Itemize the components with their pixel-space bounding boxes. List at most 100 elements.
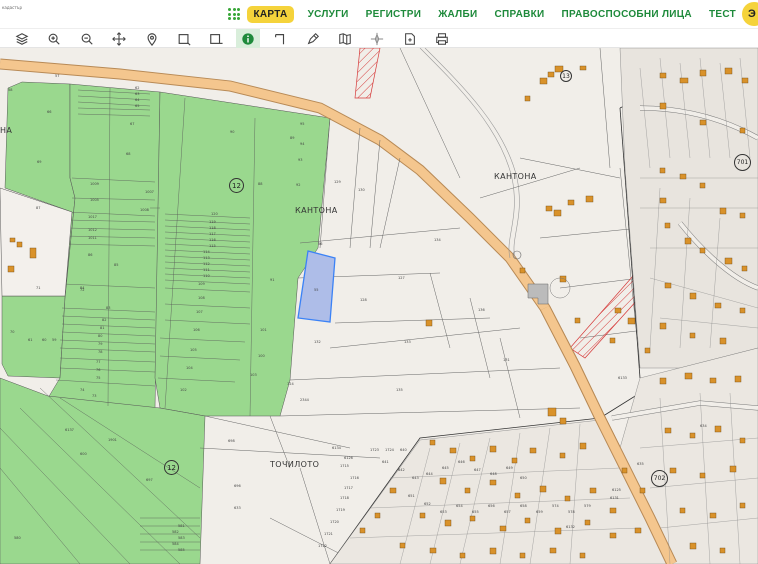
parcel-number: 65 — [135, 104, 140, 108]
parcel-number: 75 — [96, 376, 101, 380]
print-icon[interactable] — [430, 29, 454, 48]
parcel-number: 6125 — [612, 488, 621, 492]
parcel-number: 584 — [172, 542, 179, 546]
parcel-number: 129 — [334, 180, 341, 184]
parcel-number: 119 — [209, 220, 216, 224]
parcel-number: 643 — [412, 476, 419, 480]
parcel-number: 6137 — [65, 428, 74, 432]
parcel-number: 1715 — [340, 464, 349, 468]
parcel-number: 131 — [503, 358, 510, 362]
parcel-number: 136 — [478, 308, 485, 312]
user-avatar[interactable]: Э — [742, 2, 758, 26]
parcel-number: 89 — [290, 136, 295, 140]
parcel-number: 130 — [358, 188, 365, 192]
parcel-number: 128 — [360, 298, 367, 302]
parcel-number: 81 — [100, 326, 105, 330]
parcel-number: 659 — [536, 510, 543, 514]
parcel-number: 724 — [287, 382, 294, 386]
parcel-number: 76 — [96, 368, 101, 372]
parcel-number: 647 — [474, 468, 481, 472]
parcel-number: 74 — [80, 388, 85, 392]
parcel-number: 67 — [130, 122, 135, 126]
parcel-number: 580 — [14, 536, 21, 540]
parcel-number: 77 — [96, 360, 101, 364]
compass-icon[interactable] — [365, 29, 389, 48]
parcel-number: 101 — [260, 328, 267, 332]
map-canvas[interactable] — [0, 48, 758, 564]
layers-icon[interactable] — [10, 29, 34, 48]
select-rect-minus-icon[interactable] — [204, 29, 228, 48]
location-pin-icon[interactable] — [140, 29, 164, 48]
parcel-number: 1722 — [318, 544, 327, 548]
parcel-number: 657 — [504, 510, 511, 514]
parcel-number: 64 — [135, 98, 140, 102]
parcel-number: 116 — [209, 238, 216, 242]
parcel-number: 72 — [80, 288, 85, 292]
parcel-number: 135 — [396, 388, 403, 392]
parcel-number: 658 — [520, 504, 527, 508]
zone-badge-12-top: 12 — [229, 178, 244, 193]
parcel-number: 648 — [490, 472, 497, 476]
nav-item-references[interactable]: СПРАВКИ — [494, 9, 544, 20]
nav-item-complaints[interactable]: ЖАЛБИ — [438, 9, 477, 20]
parcel-number: 1720 — [330, 520, 339, 524]
nav-item-registers[interactable]: РЕГИСТРИ — [366, 9, 422, 20]
parcel-number: 642 — [398, 468, 405, 472]
parcel-number: 132 — [314, 340, 321, 344]
select-rect-icon[interactable] — [172, 29, 196, 48]
document-icon[interactable] — [398, 29, 422, 48]
measure-icon[interactable] — [268, 29, 292, 48]
parcel-number: 646 — [458, 460, 465, 464]
parcel-number: 73 — [92, 394, 97, 398]
zoom-out-icon[interactable] — [75, 29, 99, 48]
parcel-number: 600 — [80, 452, 87, 456]
zone-badge-12-bottom: 12 — [164, 460, 179, 475]
nav-item-licensed-persons[interactable]: ПРАВОСПОСОБНИ ЛИЦА — [562, 9, 692, 20]
zoom-in-icon[interactable] — [42, 29, 66, 48]
parcel-number: 120 — [211, 212, 218, 216]
parcel-number: 1716 — [350, 476, 359, 480]
apps-grid-icon[interactable] — [228, 8, 241, 20]
parcel-number: 655 — [472, 510, 479, 514]
nav-item-test[interactable]: ТЕСТ — [709, 9, 736, 20]
parcel-number: 102 — [180, 388, 187, 392]
parcel-number: 641 — [382, 460, 389, 464]
nav-item-map[interactable]: КАРТА — [247, 5, 294, 23]
parcel-number: 1005 — [90, 198, 99, 202]
parcel-number: 6134 — [332, 446, 341, 450]
parcel-number: 70 — [10, 330, 15, 334]
draw-icon[interactable] — [301, 29, 325, 48]
parcel-number: 80 — [98, 334, 103, 338]
cadastral-map[interactable]: КАНТОНА КАНТОНА ТОЧИЛОТО НА 12 12 13 701… — [0, 48, 758, 564]
parcel-number: 1724 — [385, 448, 394, 452]
parcel-number: 6132 — [566, 525, 575, 529]
pan-icon[interactable] — [107, 29, 131, 48]
map-icon[interactable] — [333, 29, 357, 48]
parcel-number: 114 — [203, 250, 210, 254]
parcel-number: 134 — [434, 238, 441, 242]
zone-badge-13: 13 — [560, 70, 572, 82]
parcel-number: 94 — [300, 142, 305, 146]
parcel-number: 79 — [98, 342, 103, 346]
nav-item-services[interactable]: УСЛУГИ — [308, 9, 349, 20]
parcel-number: 1007 — [145, 190, 154, 194]
parcel-number: 107 — [196, 310, 203, 314]
parcel-number: 633 — [234, 506, 241, 510]
parcel-number: 86 — [88, 253, 93, 257]
parcel-number: 111 — [203, 268, 210, 272]
top-navigation-bar: кадастър КАРТА УСЛУГИ РЕГИСТРИ ЖАЛБИ СПР… — [0, 0, 758, 28]
parcel-number: 634 — [700, 424, 707, 428]
parcel-number: 1017 — [88, 215, 97, 219]
map-toolbar — [0, 28, 758, 48]
parcel-number: 115 — [209, 244, 216, 248]
parcel-number: 644 — [426, 472, 433, 476]
zone-badge-701: 701 — [734, 154, 751, 171]
parcel-number: 6133 — [618, 376, 627, 380]
parcel-number: 88 — [258, 182, 263, 186]
parcel-number: 1008 — [140, 208, 149, 212]
info-icon[interactable] — [236, 29, 260, 48]
parcel-number: 105 — [190, 348, 197, 352]
parcel-number: 106 — [193, 328, 200, 332]
area-label-partial: НА — [0, 126, 13, 135]
parcel-number: 57 — [55, 74, 60, 78]
